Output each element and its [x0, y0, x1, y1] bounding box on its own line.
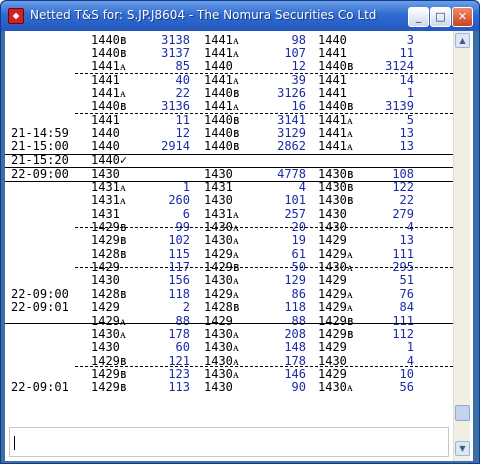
- quantity-cell: 13: [399, 233, 414, 247]
- price-cell: 1430: [91, 273, 120, 287]
- title-bar[interactable]: Netted T&S for: S.JP.J8604 - The Nomura …: [1, 1, 479, 31]
- quantity-cell: 19: [291, 233, 306, 247]
- price-cell: 1441ᴀ: [91, 59, 126, 73]
- price-cell: 1441ᴀ: [318, 139, 353, 153]
- quantity-cell: 13: [399, 139, 414, 153]
- row-separator-dashed: [75, 366, 453, 367]
- row-separator-solid: [5, 167, 453, 168]
- price-cell: 1429: [318, 340, 347, 354]
- quantity-cell: 2862: [277, 139, 306, 153]
- price-cell: 1429: [318, 273, 347, 287]
- price-cell: 1430ᴀ: [204, 340, 239, 354]
- quantity-cell: 3136: [161, 99, 190, 113]
- table-row: 22-09:01 1429 2 1428ʙ 118 1429ᴀ 84: [5, 301, 453, 314]
- quantity-cell: 3124: [385, 59, 414, 73]
- quantity-cell: 60: [175, 340, 190, 354]
- quantity-cell: [145, 154, 190, 167]
- quantity-cell: 3139: [385, 99, 414, 113]
- scroll-down-button[interactable]: ▼: [455, 441, 470, 456]
- command-input[interactable]: [9, 427, 449, 457]
- scroll-thumb[interactable]: [455, 405, 470, 421]
- time-cell: 22-09:00: [11, 167, 69, 181]
- quantity-cell: [261, 154, 306, 167]
- quantity-cell: 118: [284, 300, 306, 314]
- table-row: 1430 60 1430ᴀ 148 1429 1: [5, 341, 453, 354]
- quantity-cell: 2: [182, 300, 190, 314]
- price-cell: 1429ʙ: [91, 380, 128, 394]
- row-separator-solid: [5, 323, 453, 324]
- quantity-cell: 148: [284, 340, 306, 354]
- maximize-button[interactable]: □: [430, 7, 451, 27]
- price-cell: 1440: [91, 139, 120, 153]
- table-row: 1429ʙ 102 1430ᴀ 19 1429 13: [5, 234, 453, 247]
- time-cell: 21-15:20: [11, 153, 69, 167]
- quantity-cell: 101: [284, 193, 306, 207]
- time-cell: 22-09:01: [11, 380, 69, 394]
- price-cell: 1430ᴀ: [204, 233, 239, 247]
- app-icon[interactable]: [8, 8, 24, 24]
- price-cell: 1429: [318, 233, 347, 247]
- quantity-cell: 102: [168, 233, 190, 247]
- table-row: 1440ʙ 3136 1441ᴀ 16 1440ʙ 3139: [5, 100, 453, 113]
- price-cell: 1440ʙ: [204, 139, 241, 153]
- close-button[interactable]: ✕: [452, 7, 473, 27]
- table-row: 1431ᴀ 260 1430 101 1430ʙ 22: [5, 194, 453, 207]
- quantity-cell: 22: [399, 193, 414, 207]
- row-separator-solid: [5, 181, 453, 182]
- price-cell: 1431ᴀ: [91, 193, 126, 207]
- price-cell: 1441ᴀ: [204, 99, 239, 113]
- quantity-cell: 2914: [161, 139, 190, 153]
- scroll-up-button[interactable]: ▲: [455, 33, 470, 48]
- quantity-cell: 12: [291, 59, 306, 73]
- table-row: 1430 156 1430ᴀ 129 1429 51: [5, 274, 453, 287]
- price-cell: 1440ʙ: [91, 99, 128, 113]
- quantity-cell: [369, 154, 414, 167]
- time-and-sales-grid: 1440ʙ 3138 1441ᴀ 98 1440 3 1440ʙ 3137 1441ᴀ 107 14…: [5, 31, 453, 423]
- price-cell: 1430: [91, 340, 120, 354]
- quantity-cell: 56: [399, 380, 414, 394]
- price-cell: 1430ᴀ: [318, 380, 353, 394]
- price-cell: 1430: [204, 380, 233, 394]
- minimize-button[interactable]: _: [408, 7, 429, 27]
- text-caret: [14, 436, 15, 450]
- quantity-cell: 90: [291, 380, 306, 394]
- table-row: 21-15:20 1440✓: [5, 154, 453, 167]
- quantity-cell: 129: [284, 273, 306, 287]
- row-separator-dashed: [75, 113, 453, 114]
- window: Netted T&S for: S.JP.J8604 - The Nomura …: [0, 0, 480, 464]
- price-cell: 1440ʙ: [318, 99, 355, 113]
- table-row: 21-15:00 1440 2914 1440ʙ 2862 1441ᴀ 13: [5, 140, 453, 153]
- table-row: 1441ᴀ 85 1440 12 1440ʙ 3124: [5, 60, 453, 73]
- time-cell: 21-15:00: [11, 139, 69, 153]
- quantity-cell: 260: [168, 193, 190, 207]
- quantity-cell: 16: [291, 99, 306, 113]
- quantity-cell: 156: [168, 273, 190, 287]
- row-separator-dashed: [75, 267, 453, 268]
- quantity-cell: 113: [168, 380, 190, 394]
- table-row: 22-09:01 1429ʙ 113 1430 90 1430ᴀ 56: [5, 381, 453, 394]
- price-cell: 1440: [204, 59, 233, 73]
- row-separator-dashed: [75, 227, 453, 228]
- price-cell: 1430ᴀ: [204, 273, 239, 287]
- row-separator-dashed: [75, 73, 453, 74]
- price-cell: 1440✓: [91, 153, 128, 167]
- quantity-cell: 85: [175, 59, 190, 73]
- price-cell: 1430ʙ: [318, 193, 355, 207]
- price-cell: 1429ᴀ: [318, 300, 353, 314]
- price-cell: 1429ʙ: [91, 233, 128, 247]
- price-cell: 1440ʙ: [318, 59, 355, 73]
- price-cell: 1428ʙ: [204, 300, 241, 314]
- window-title: Netted T&S for: S.JP.J8604 - The Nomura …: [30, 8, 377, 22]
- price-cell: 1430: [204, 193, 233, 207]
- quantity-cell: 1: [406, 340, 414, 354]
- row-separator-solid: [5, 154, 453, 155]
- vertical-scrollbar[interactable]: ▲ ▼: [453, 31, 470, 461]
- quantity-cell: 51: [399, 273, 414, 287]
- quantity-cell: 84: [399, 300, 414, 314]
- time-cell: 22-09:01: [11, 300, 69, 314]
- price-cell: 1429: [91, 300, 120, 314]
- client-area: 1440ʙ 3138 1441ᴀ 98 1440 3 1440ʙ 3137 1441ᴀ 107 14…: [5, 31, 473, 461]
